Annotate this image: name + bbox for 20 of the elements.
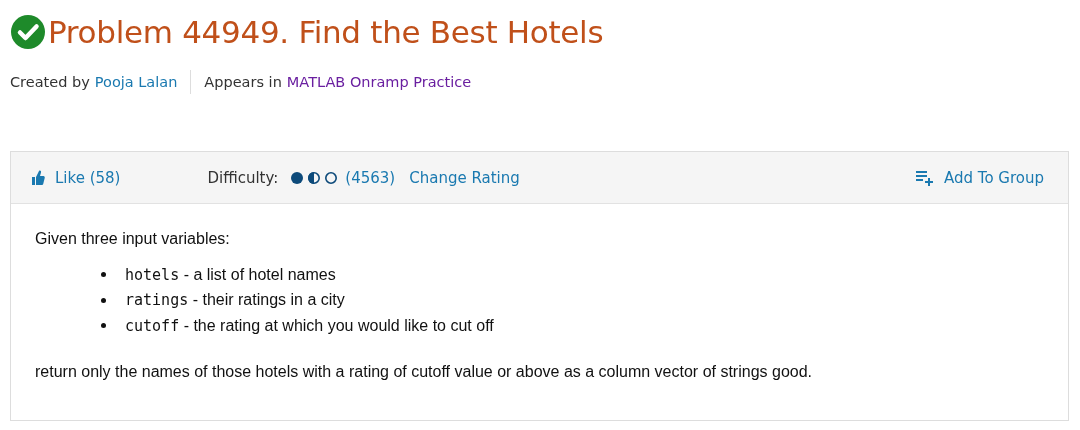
group-link[interactable]: MATLAB Onramp Practice xyxy=(286,74,472,90)
task-text: return only the names of those hotels with a rating of cutoff value or above as a column vector of strings good. xyxy=(35,362,814,381)
difficulty-label: Difficulty: xyxy=(207,168,279,187)
problem-title: Problem 44949. Find the Best Hotels xyxy=(48,14,604,50)
add-to-list-icon xyxy=(915,169,934,186)
appears-in-label: Appears in xyxy=(204,74,282,90)
bullet-icon xyxy=(101,323,106,329)
variable-description: hotels - a list of hotel names xyxy=(125,265,336,284)
add-to-group-button[interactable]: Add To Group xyxy=(915,168,1044,187)
created-by-label: Created by xyxy=(10,74,90,90)
thumbs-up-icon xyxy=(31,169,45,186)
author-link[interactable]: Pooja Lalan xyxy=(94,74,178,90)
change-rating-link[interactable]: Change Rating xyxy=(409,168,520,187)
like-button[interactable]: Like (58) xyxy=(31,168,121,187)
bullet-icon xyxy=(101,272,106,278)
bullet-icon xyxy=(101,297,106,303)
variable-description: cutoff - the rating at which you would like to cut off xyxy=(125,316,494,335)
variable-description: ratings - their ratings in a city xyxy=(125,291,345,310)
intro-text: Given three input variables: xyxy=(35,230,231,248)
rating-count: (4563) xyxy=(345,168,396,187)
